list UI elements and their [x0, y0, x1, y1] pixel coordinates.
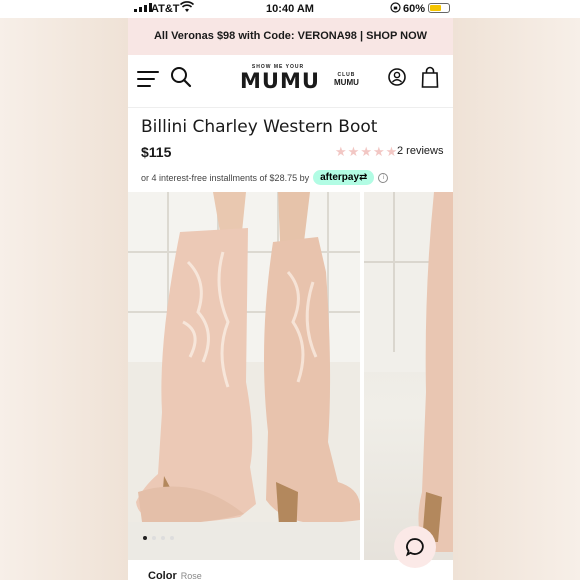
promo-banner[interactable]: All Veronas $98 with Code: VERONA98 | SH…: [128, 18, 453, 55]
chat-button[interactable]: [394, 526, 436, 568]
chat-icon: [405, 538, 424, 557]
color-value: Rose: [180, 571, 202, 580]
carousel-dot[interactable]: [170, 536, 174, 540]
afterpay-label: afterpay: [320, 172, 359, 183]
star-icon: ★: [347, 144, 360, 159]
logo-text: MUMU: [240, 69, 320, 93]
installments-info: or 4 interest-free installments of $28.7…: [141, 170, 389, 185]
afterpay-badge[interactable]: afterpay⇄: [313, 170, 375, 185]
battery-percent: 60%: [403, 3, 426, 15]
star-icon: ★: [360, 144, 372, 159]
product-price: $115: [141, 144, 172, 160]
site-header: SHOW ME YOUR MUMU CLUB MUMU: [128, 55, 453, 108]
star-icon: ★: [335, 144, 347, 159]
club-mumu-link[interactable]: CLUB MUMU: [334, 71, 359, 87]
star-icon: ★: [372, 144, 385, 159]
product-title: Billini Charley Western Boot: [141, 117, 378, 137]
installments-text: or 4 interest-free installments of $28.7…: [141, 172, 310, 183]
color-selector: Color Rose: [148, 570, 202, 580]
menu-icon[interactable]: [137, 71, 159, 87]
site-logo[interactable]: SHOW ME YOUR MUMU: [240, 64, 320, 93]
info-icon[interactable]: i: [378, 172, 389, 183]
product-gallery[interactable]: [128, 192, 453, 568]
reviews-link[interactable]: 2 reviews: [397, 145, 443, 157]
carousel-dot[interactable]: [143, 536, 147, 540]
shopping-bag-icon[interactable]: [421, 66, 439, 88]
letterbox-right: [452, 0, 580, 580]
search-icon[interactable]: [170, 66, 192, 88]
club-label-bottom: MUMU: [334, 78, 359, 87]
status-bar: AT&T 10:40 AM 60%: [0, 0, 580, 18]
carousel-dot[interactable]: [152, 536, 156, 540]
account-icon[interactable]: [388, 68, 406, 86]
app-view: All Veronas $98 with Code: VERONA98 | SH…: [128, 18, 453, 580]
color-label: Color: [148, 570, 177, 580]
clock: 10:40 AM: [266, 3, 314, 15]
star-icon: ★: [385, 144, 398, 159]
carousel-dot[interactable]: [161, 536, 165, 540]
battery-icon: [428, 3, 450, 13]
carousel-dots[interactable]: [143, 536, 174, 540]
product-image[interactable]: [128, 192, 360, 560]
orientation-lock-icon: [390, 2, 401, 16]
star-rating[interactable]: ★ ★ ★ ★ ★: [335, 145, 397, 159]
letterbox-left: [0, 0, 128, 580]
product-image-next[interactable]: [364, 192, 453, 560]
